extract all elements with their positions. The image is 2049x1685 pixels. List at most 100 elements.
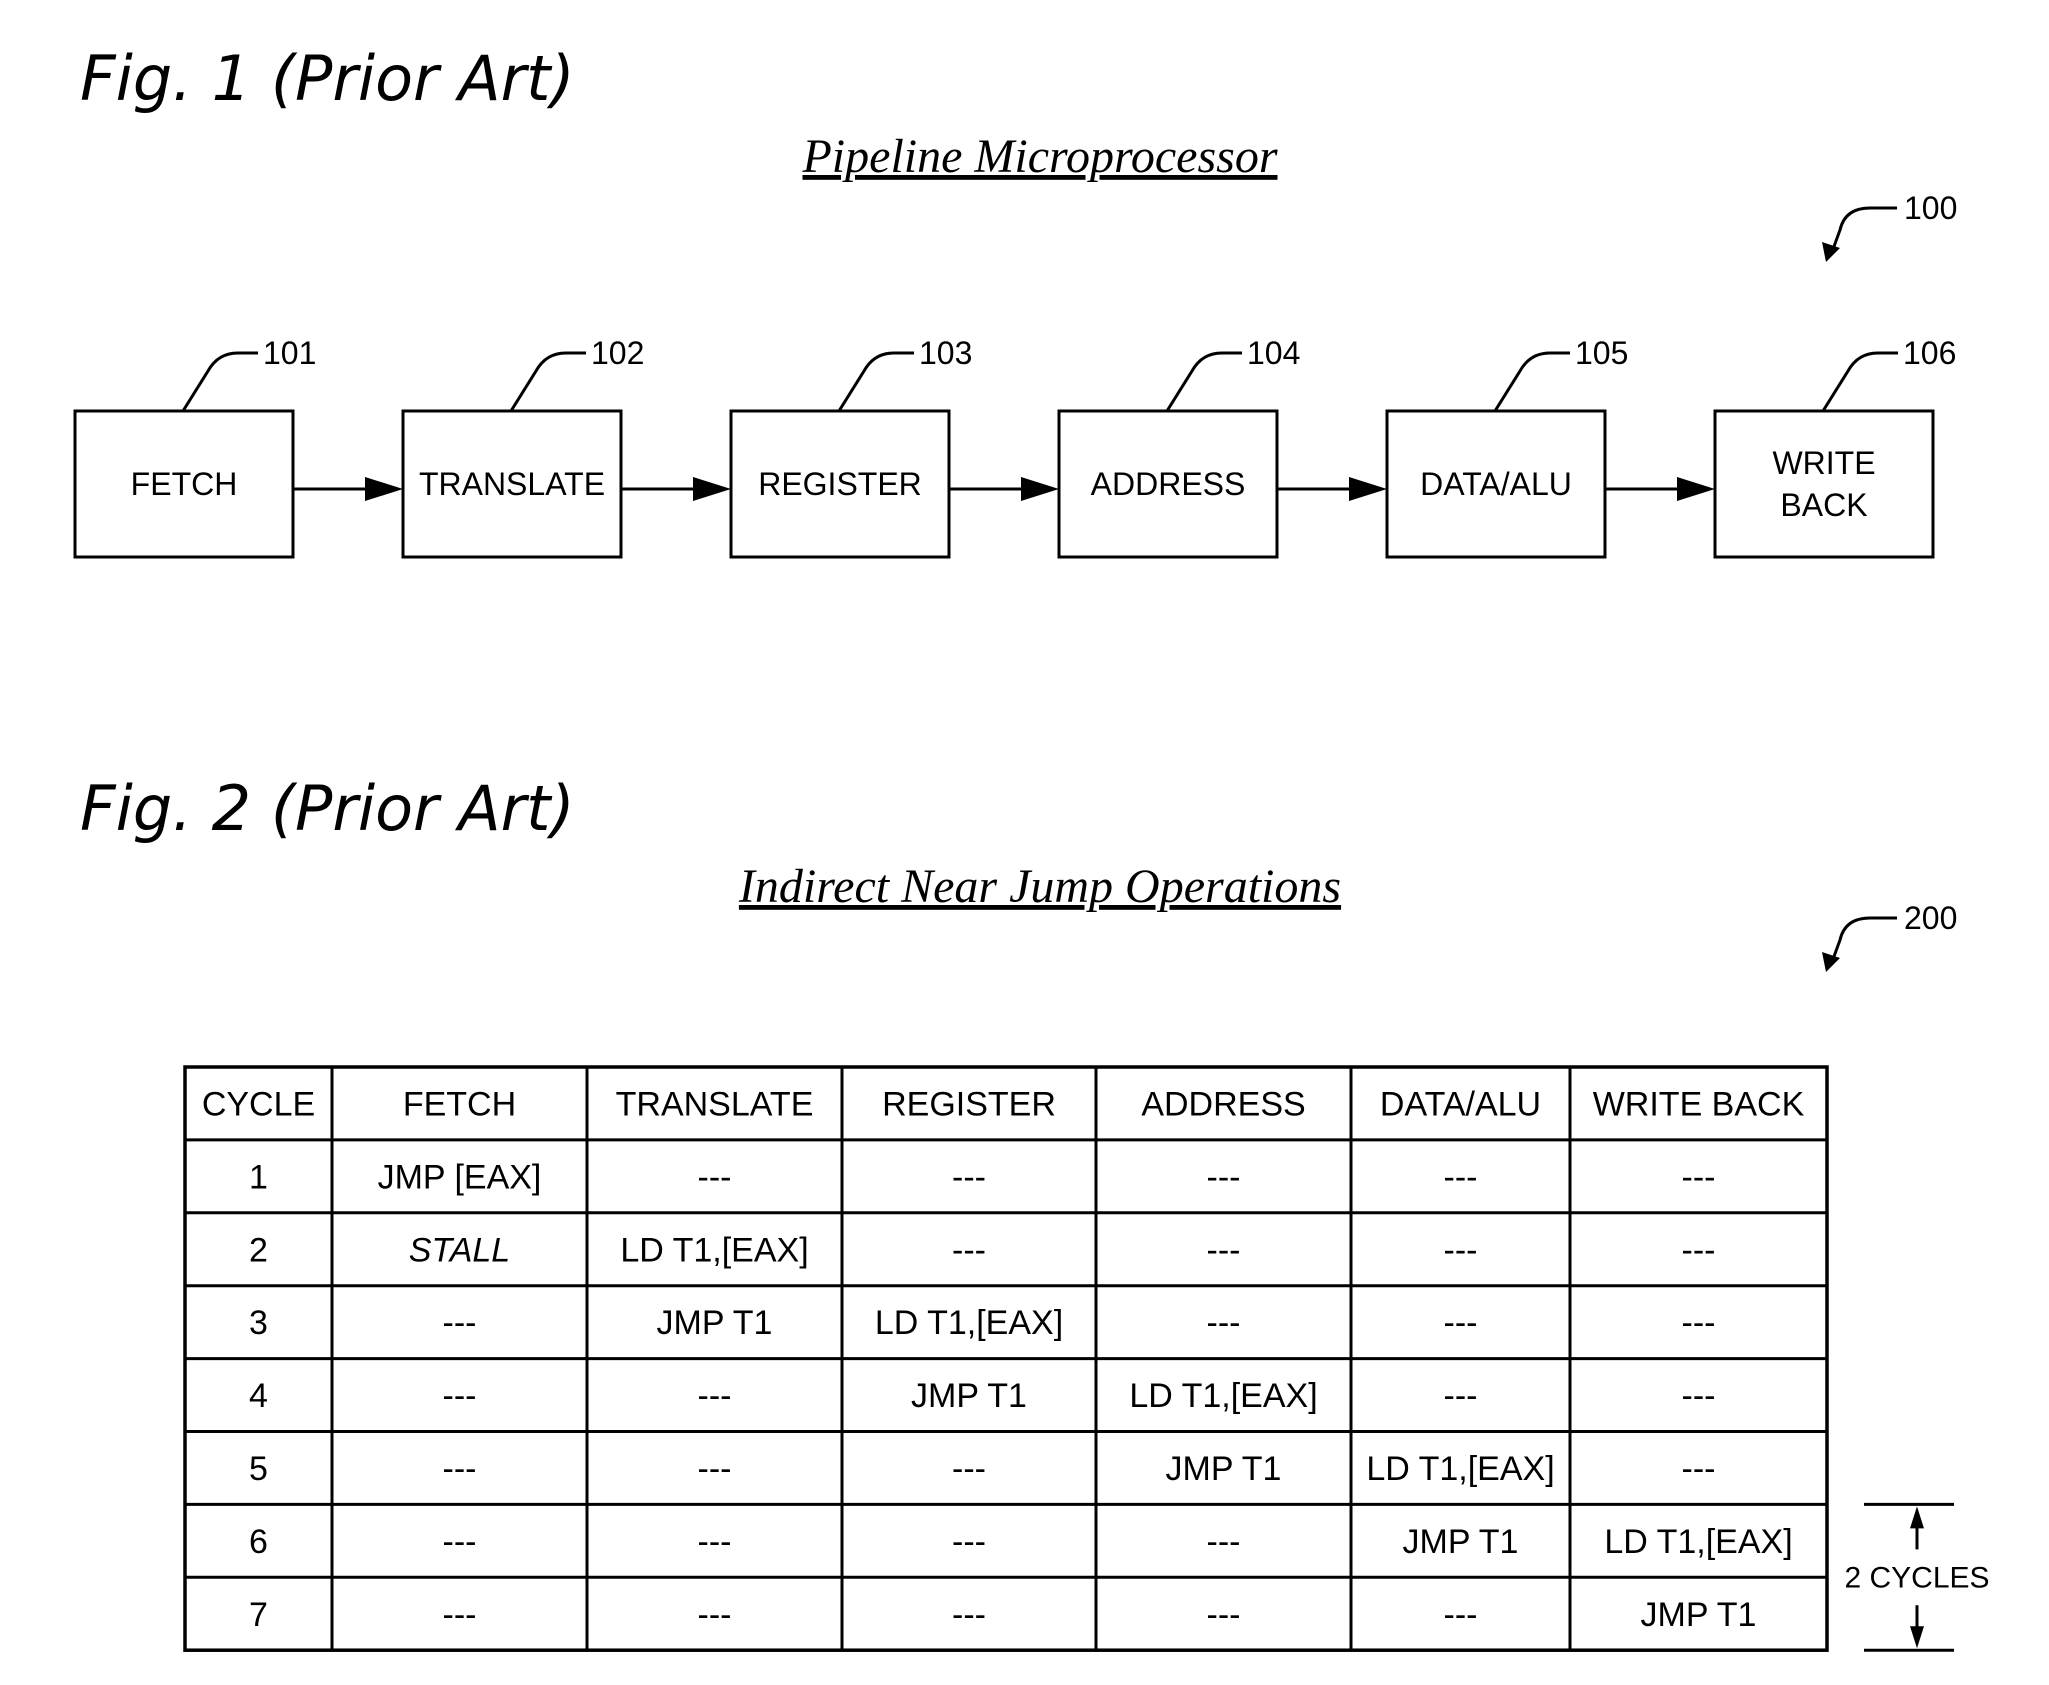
table-cell: ---: [698, 1450, 732, 1488]
figure-2-ref: 200: [1904, 900, 1957, 936]
table-row: 3 --- JMP T1 LD T1,[EAX] --- --- ---: [249, 1304, 1715, 1342]
figure-1: Fig. 1 (Prior Art) Pipeline Microprocess…: [73, 42, 1957, 559]
figure-2-ref-arrow: 200: [1822, 900, 1957, 972]
column-header: WRITE BACK: [1593, 1085, 1805, 1123]
reference-leader-line: [1821, 351, 1898, 412]
table-cell: ---: [952, 1158, 986, 1196]
table-cell: ---: [698, 1377, 732, 1415]
table-row: 1 JMP [EAX] --- --- --- --- ---: [249, 1158, 1715, 1196]
stage-reference-number: 101: [263, 335, 316, 371]
table-row: 7 --- --- --- --- --- JMP T1: [249, 1596, 1756, 1634]
table-cell: ---: [1682, 1377, 1716, 1415]
table-row: 6 --- --- --- --- JMP T1 LD T1,[EAX]: [249, 1523, 1793, 1561]
table-cell: ---: [443, 1377, 477, 1415]
table-cell: ---: [1207, 1158, 1241, 1196]
table-cell: ---: [1682, 1231, 1716, 1269]
arrowhead-icon: [365, 477, 403, 501]
table-cell: STALL: [409, 1231, 510, 1269]
stage-box: [1713, 409, 1935, 559]
reference-leader-line: [1493, 351, 1570, 412]
two-cycles-label: 2 CYCLES: [1844, 1561, 1989, 1594]
stage-label: BACK: [1780, 487, 1867, 523]
stage-label: ADDRESS: [1091, 466, 1246, 502]
table-cell: ---: [952, 1231, 986, 1269]
pipeline-stages: FETCH 101 TRANSLATE 102 REGISTER 103 ADDRESS 10…: [73, 335, 1956, 559]
table-row: 4 --- --- JMP T1 LD T1,[EAX] --- ---: [249, 1377, 1715, 1415]
figure-2-title: Indirect Near Jump Operations: [738, 860, 1341, 913]
stage-fetch: FETCH 101: [73, 335, 403, 559]
arrowhead-icon: [1021, 477, 1059, 501]
cycle-number: 4: [249, 1377, 268, 1415]
figure-1-ref: 100: [1904, 190, 1957, 226]
column-header: DATA/ALU: [1380, 1085, 1541, 1123]
table-cell: ---: [1444, 1158, 1478, 1196]
stage-label: TRANSLATE: [419, 466, 605, 502]
table-cell: JMP [EAX]: [378, 1158, 542, 1196]
cycle-number: 2: [249, 1231, 268, 1269]
arrowhead-icon: [1349, 477, 1387, 501]
stage-address: ADDRESS 104: [1057, 335, 1387, 559]
table-cell: ---: [1444, 1596, 1478, 1634]
stage-label: FETCH: [131, 466, 238, 502]
table-cell: LD T1,[EAX]: [1366, 1450, 1554, 1488]
patent-drawing-sheet: Fig. 1 (Prior Art) Pipeline Microprocess…: [73, 42, 1990, 1652]
stage-reference-number: 102: [591, 335, 644, 371]
column-header: CYCLE: [202, 1085, 315, 1123]
reference-leader-line: [181, 351, 258, 412]
table-cell: JMP T1: [1166, 1450, 1282, 1488]
table-row: 5 --- --- --- JMP T1 LD T1,[EAX] ---: [249, 1450, 1715, 1488]
ref-arrowhead-icon: [1822, 242, 1840, 262]
table-cell: ---: [1682, 1158, 1716, 1196]
stage-reference-number: 104: [1247, 335, 1300, 371]
table-cell: JMP T1: [1641, 1596, 1757, 1634]
arrowhead-icon: [1677, 477, 1715, 501]
table-cell: LD T1,[EAX]: [1604, 1523, 1792, 1561]
table-cell: LD T1,[EAX]: [875, 1304, 1063, 1342]
reference-leader-line: [1165, 351, 1242, 412]
cycle-number: 7: [249, 1596, 268, 1634]
stage-label: DATA/ALU: [1420, 466, 1572, 502]
table-cell: JMP T1: [1403, 1523, 1519, 1561]
table-cell: LD T1,[EAX]: [1129, 1377, 1317, 1415]
table-cell: ---: [1682, 1450, 1716, 1488]
stage-label: REGISTER: [758, 466, 922, 502]
table-cell: ---: [698, 1523, 732, 1561]
figure-1-label: Fig. 1 (Prior Art): [80, 42, 575, 115]
stage-translate: TRANSLATE 102: [401, 335, 731, 559]
reference-leader-line: [509, 351, 586, 412]
table-cell: JMP T1: [911, 1377, 1027, 1415]
stage-label: WRITE: [1772, 445, 1875, 481]
figure-1-title: Pipeline Microprocessor: [801, 130, 1277, 183]
column-header: FETCH: [403, 1085, 516, 1123]
table-cell: ---: [443, 1450, 477, 1488]
table-cell: ---: [952, 1596, 986, 1634]
table-cell: ---: [1444, 1304, 1478, 1342]
table-cell: ---: [443, 1596, 477, 1634]
table-cell: ---: [698, 1596, 732, 1634]
table-cell: ---: [952, 1523, 986, 1561]
arrow-up-icon: [1910, 1506, 1924, 1529]
table-header-row: CYCLE FETCH TRANSLATE REGISTER ADDRESS DATA/A…: [202, 1085, 1805, 1123]
column-header: ADDRESS: [1141, 1085, 1305, 1123]
table-row: 2 STALL LD T1,[EAX] --- --- --- ---: [249, 1231, 1715, 1269]
column-header: REGISTER: [882, 1085, 1056, 1123]
table-cell: ---: [1444, 1377, 1478, 1415]
pipeline-cycle-table: CYCLE FETCH TRANSLATE REGISTER ADDRESS DATA/A…: [183, 1065, 1829, 1652]
stage-reference-number: 103: [919, 335, 972, 371]
table-cell: ---: [1207, 1596, 1241, 1634]
arrow-down-icon: [1910, 1626, 1924, 1649]
table-cell: ---: [1207, 1231, 1241, 1269]
figure-1-ref-arrow: 100: [1822, 190, 1957, 262]
table-cell: ---: [1207, 1304, 1241, 1342]
cycle-number: 6: [249, 1523, 268, 1561]
table-cell: ---: [1207, 1523, 1241, 1561]
stage-register: REGISTER 103: [729, 335, 1059, 559]
figure-2: Fig. 2 (Prior Art) Indirect Near Jump Op…: [80, 772, 1990, 1652]
table-cell: JMP T1: [657, 1304, 773, 1342]
table-cell: ---: [443, 1523, 477, 1561]
stage-write-back: WRITE BACK 106: [1713, 335, 1956, 559]
stage-data-alu: DATA/ALU 105: [1385, 335, 1715, 559]
reference-leader-line: [837, 351, 914, 412]
ref-arrowhead-icon: [1822, 952, 1840, 972]
stage-reference-number: 106: [1903, 335, 1956, 371]
